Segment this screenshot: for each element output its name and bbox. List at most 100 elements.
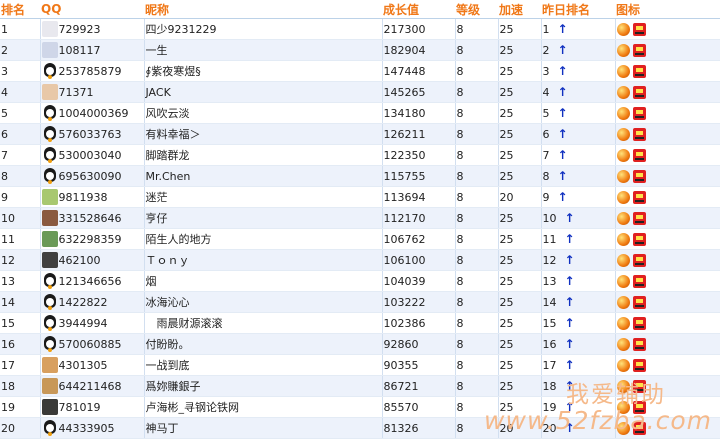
level-cell: 8 [455, 312, 499, 334]
robot-icon[interactable] [632, 43, 646, 57]
qq-cell: 44333905 [40, 417, 145, 439]
penguin-avatar[interactable] [42, 63, 58, 79]
qq-cell: 729923 [40, 18, 145, 40]
robot-icon[interactable] [632, 169, 646, 183]
fire-ball-icon[interactable] [616, 253, 630, 267]
fire-ball-icon[interactable] [616, 316, 630, 330]
fire-ball-icon[interactable] [616, 148, 630, 162]
qq-cell: 331528646 [40, 207, 145, 229]
robot-icon[interactable] [632, 127, 646, 141]
fire-ball-icon[interactable] [616, 85, 630, 99]
yesterday-rank-cell: 1 ↑ [541, 18, 616, 40]
robot-icon[interactable] [632, 190, 646, 204]
fire-ball-icon[interactable] [616, 337, 630, 351]
speed-cell: 25 [498, 333, 542, 355]
icons-cell [615, 144, 720, 166]
robot-icon[interactable] [632, 400, 646, 414]
nickname: 一生 [145, 44, 168, 57]
fire-ball-icon[interactable] [616, 400, 630, 414]
penguin-avatar[interactable] [42, 420, 58, 436]
nickname: 付盼盼。 [145, 338, 190, 351]
robot-icon[interactable] [632, 337, 646, 351]
speed-cell: 25 [498, 123, 542, 145]
rank-cell: 9 [0, 186, 41, 208]
photo-avatar[interactable] [41, 399, 58, 415]
fire-ball-icon[interactable] [616, 211, 630, 225]
growth-cell: 134180 [382, 102, 456, 124]
nickname: 爲妳賺銀子 [145, 380, 201, 393]
rank-cell: 15 [0, 312, 41, 334]
baby-avatar[interactable] [41, 84, 58, 100]
yesterday-rank-cell: 15 ↑ [541, 312, 616, 334]
robot-icon[interactable] [632, 106, 646, 120]
fire-ball-icon[interactable] [616, 274, 630, 288]
photo-avatar[interactable] [41, 210, 58, 226]
penguin-avatar[interactable] [42, 147, 58, 163]
fire-ball-icon[interactable] [616, 43, 630, 57]
penguin-avatar[interactable] [42, 336, 58, 352]
level-cell: 8 [455, 123, 499, 145]
anime-avatar[interactable] [41, 357, 58, 373]
ranking-table: 排名 QQ 昵称 成长值 等级 加速 昨日排名 图标 1 729923 四少9231… [0, 0, 720, 439]
growth-cell: 113694 [382, 186, 456, 208]
landscape-avatar[interactable] [41, 231, 58, 247]
anime-avatar[interactable] [41, 378, 58, 394]
panda-avatar[interactable] [41, 252, 58, 268]
qq-cell: 253785879 [40, 60, 145, 82]
growth-cell: 115755 [382, 165, 456, 187]
robot-icon[interactable] [632, 295, 646, 309]
robot-icon[interactable] [632, 274, 646, 288]
table-row: 2 108117 一生 182904 8 25 2 ↑ [0, 39, 720, 61]
header-qq: QQ [40, 0, 144, 19]
penguin-avatar[interactable] [42, 105, 58, 121]
speed-cell: 25 [498, 249, 542, 271]
robot-icon[interactable] [632, 211, 646, 225]
robot-icon[interactable] [632, 148, 646, 162]
rabbit-avatar[interactable] [41, 42, 58, 58]
up-arrow-icon: ↑ [564, 316, 575, 330]
nickname-cell: 烟 [144, 270, 383, 292]
penguin-avatar[interactable] [42, 294, 58, 310]
fire-ball-icon[interactable] [616, 106, 630, 120]
cartoon-avatar[interactable] [41, 189, 58, 205]
fire-ball-icon[interactable] [616, 64, 630, 78]
robot-icon[interactable] [632, 85, 646, 99]
header-row: 排名 QQ 昵称 成长值 等级 加速 昨日排名 图标 [0, 0, 720, 19]
robot-icon[interactable] [632, 22, 646, 36]
robot-icon[interactable] [632, 379, 646, 393]
fire-ball-icon[interactable] [616, 22, 630, 36]
growth-cell: 102386 [382, 312, 456, 334]
penguin-avatar[interactable] [42, 315, 58, 331]
fire-ball-icon[interactable] [616, 169, 630, 183]
nickname-cell: 风吹云淡 [144, 102, 383, 124]
fire-ball-icon[interactable] [616, 379, 630, 393]
penguin-avatar[interactable] [42, 126, 58, 142]
rank-cell: 18 [0, 375, 41, 397]
growth-cell: 122350 [382, 144, 456, 166]
cat-avatar[interactable] [41, 21, 58, 37]
robot-icon[interactable] [632, 64, 646, 78]
nickname: Ｔｏｎｙ [145, 254, 190, 267]
nickname-cell: 脚踏群龙 [144, 144, 383, 166]
robot-icon[interactable] [632, 253, 646, 267]
qq-number: 530003040 [58, 148, 122, 162]
nickname: 烟 [145, 275, 157, 288]
fire-ball-icon[interactable] [616, 358, 630, 372]
fire-ball-icon[interactable] [616, 421, 630, 435]
qq-cell: 9811938 [40, 186, 145, 208]
qq-number: 729923 [58, 22, 101, 36]
fire-ball-icon[interactable] [616, 295, 630, 309]
fire-ball-icon[interactable] [616, 127, 630, 141]
up-arrow-icon: ↑ [557, 22, 568, 36]
qq-number: 781019 [58, 400, 101, 414]
fire-ball-icon[interactable] [616, 190, 630, 204]
penguin-avatar[interactable] [42, 273, 58, 289]
fire-ball-icon[interactable] [616, 232, 630, 246]
up-arrow-icon: ↑ [564, 337, 575, 351]
robot-icon[interactable] [632, 358, 646, 372]
yesterday-rank: 11 [542, 233, 557, 246]
penguin-avatar[interactable] [42, 168, 58, 184]
robot-icon[interactable] [632, 316, 646, 330]
robot-icon[interactable] [632, 421, 646, 435]
robot-icon[interactable] [632, 232, 646, 246]
